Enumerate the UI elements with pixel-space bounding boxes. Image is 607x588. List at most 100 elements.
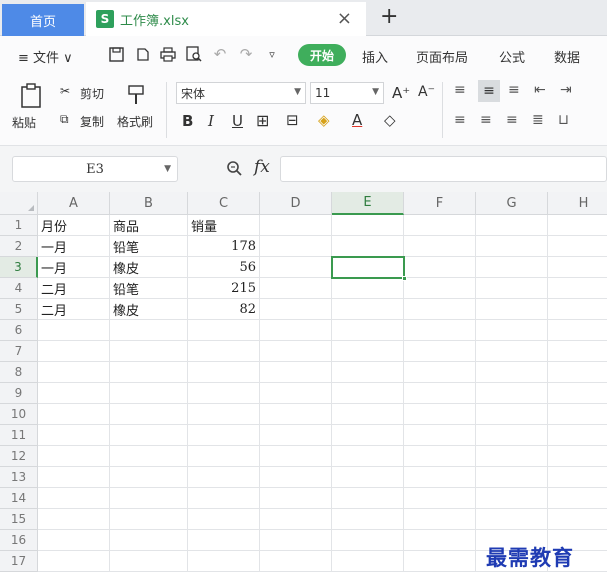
cell-e7[interactable] [332,341,404,362]
cell-e2[interactable] [332,236,404,257]
column-header-e[interactable]: E [332,192,404,215]
cell-b3[interactable]: 橡皮 [110,257,188,278]
cell-g2[interactable] [476,236,548,257]
cell-f10[interactable] [404,404,476,425]
copy-button[interactable]: 复制 [80,113,104,130]
tab-data[interactable]: 数据 [554,47,580,66]
cell-c4[interactable]: 215 [188,278,260,299]
cell-e4[interactable] [332,278,404,299]
cell-b9[interactable] [110,383,188,404]
cell-d4[interactable] [260,278,332,299]
align-right-icon[interactable]: ≡ [506,112,518,128]
fill-color-icon[interactable]: ◈ [318,111,330,129]
cell-e5[interactable] [332,299,404,320]
column-header-h[interactable]: H [548,192,607,215]
cell-b5[interactable]: 橡皮 [110,299,188,320]
cell-f15[interactable] [404,509,476,530]
font-color-button[interactable]: A [352,111,362,129]
cell-c6[interactable] [188,320,260,341]
tab-start[interactable]: 开始 [298,44,346,66]
export-pdf-icon[interactable] [132,44,152,64]
cell-g10[interactable] [476,404,548,425]
font-name-select[interactable]: 宋体 ▼ [176,82,306,104]
column-header-a[interactable]: A [38,192,110,215]
row-header-4[interactable]: 4 [0,278,38,299]
cell-d14[interactable] [260,488,332,509]
borders-icon[interactable]: ⊞ [256,111,269,130]
copy-icon[interactable]: ⧉ [60,112,69,127]
home-tab[interactable]: 首页 [2,4,84,36]
cell-c15[interactable] [188,509,260,530]
cell-f13[interactable] [404,467,476,488]
cell-h8[interactable] [548,362,607,383]
cell-c7[interactable] [188,341,260,362]
justify-icon[interactable]: ≣ [532,112,544,128]
redo-icon[interactable]: ↷ [236,44,256,64]
format-painter-button[interactable]: 格式刷 [117,113,153,130]
font-size-select[interactable]: 11 ▼ [310,82,384,104]
file-menu[interactable]: ≡ 文件 ∨ [18,47,73,66]
print-preview-icon[interactable] [184,44,204,64]
cell-f17[interactable] [404,551,476,572]
distributed-icon[interactable]: ⊔ [558,112,569,128]
cell-d7[interactable] [260,341,332,362]
row-header-13[interactable]: 13 [0,467,38,488]
cell-c13[interactable] [188,467,260,488]
column-header-g[interactable]: G [476,192,548,215]
decrease-indent-icon[interactable]: ⇤ [534,82,546,98]
cell-e13[interactable] [332,467,404,488]
cell-h7[interactable] [548,341,607,362]
row-header-9[interactable]: 9 [0,383,38,404]
cell-c3[interactable]: 56 [188,257,260,278]
cell-e17[interactable] [332,551,404,572]
row-header-5[interactable]: 5 [0,299,38,320]
cell-b7[interactable] [110,341,188,362]
cell-b14[interactable] [110,488,188,509]
cell-f14[interactable] [404,488,476,509]
cell-g9[interactable] [476,383,548,404]
cell-e3[interactable] [332,257,404,278]
cell-a12[interactable] [38,446,110,467]
grow-font-icon[interactable]: A⁺ [392,84,410,102]
select-all-corner[interactable] [0,192,38,215]
cell-b12[interactable] [110,446,188,467]
cell-b11[interactable] [110,425,188,446]
cell-a10[interactable] [38,404,110,425]
cell-d9[interactable] [260,383,332,404]
cell-e9[interactable] [332,383,404,404]
cell-f7[interactable] [404,341,476,362]
cell-g11[interactable] [476,425,548,446]
cell-b1[interactable]: 商品 [110,215,188,236]
row-header-15[interactable]: 15 [0,509,38,530]
format-painter-icon[interactable] [124,82,148,108]
cell-h2[interactable] [548,236,607,257]
increase-indent-icon[interactable]: ⇥ [560,82,572,98]
cell-d12[interactable] [260,446,332,467]
cell-e8[interactable] [332,362,404,383]
cell-g8[interactable] [476,362,548,383]
cell-b15[interactable] [110,509,188,530]
spreadsheet-grid[interactable]: ABCDEFGH 1 2 3 4 5 6 7 8 9 10 11 12 13 14 15 16 17 月份 商品销… [0,192,607,588]
row-header-12[interactable]: 12 [0,446,38,467]
cut-button[interactable]: 剪切 [80,85,104,102]
cell-c8[interactable] [188,362,260,383]
cell-a9[interactable] [38,383,110,404]
cell-f4[interactable] [404,278,476,299]
cell-h10[interactable] [548,404,607,425]
cell-a2[interactable]: 一月 [38,236,110,257]
row-header-14[interactable]: 14 [0,488,38,509]
tab-page-layout[interactable]: 页面布局 [416,47,468,66]
cell-d2[interactable] [260,236,332,257]
name-box[interactable]: E3 ▼ [12,156,178,182]
cell-b6[interactable] [110,320,188,341]
cell-g4[interactable] [476,278,548,299]
paste-icon[interactable] [18,82,46,110]
formula-input[interactable] [280,156,607,182]
cell-f3[interactable] [404,257,476,278]
bold-button[interactable]: B [182,112,193,130]
cell-c16[interactable] [188,530,260,551]
cell-a6[interactable] [38,320,110,341]
fx-icon[interactable]: fx [254,157,270,177]
row-header-10[interactable]: 10 [0,404,38,425]
cell-c2[interactable]: 178 [188,236,260,257]
